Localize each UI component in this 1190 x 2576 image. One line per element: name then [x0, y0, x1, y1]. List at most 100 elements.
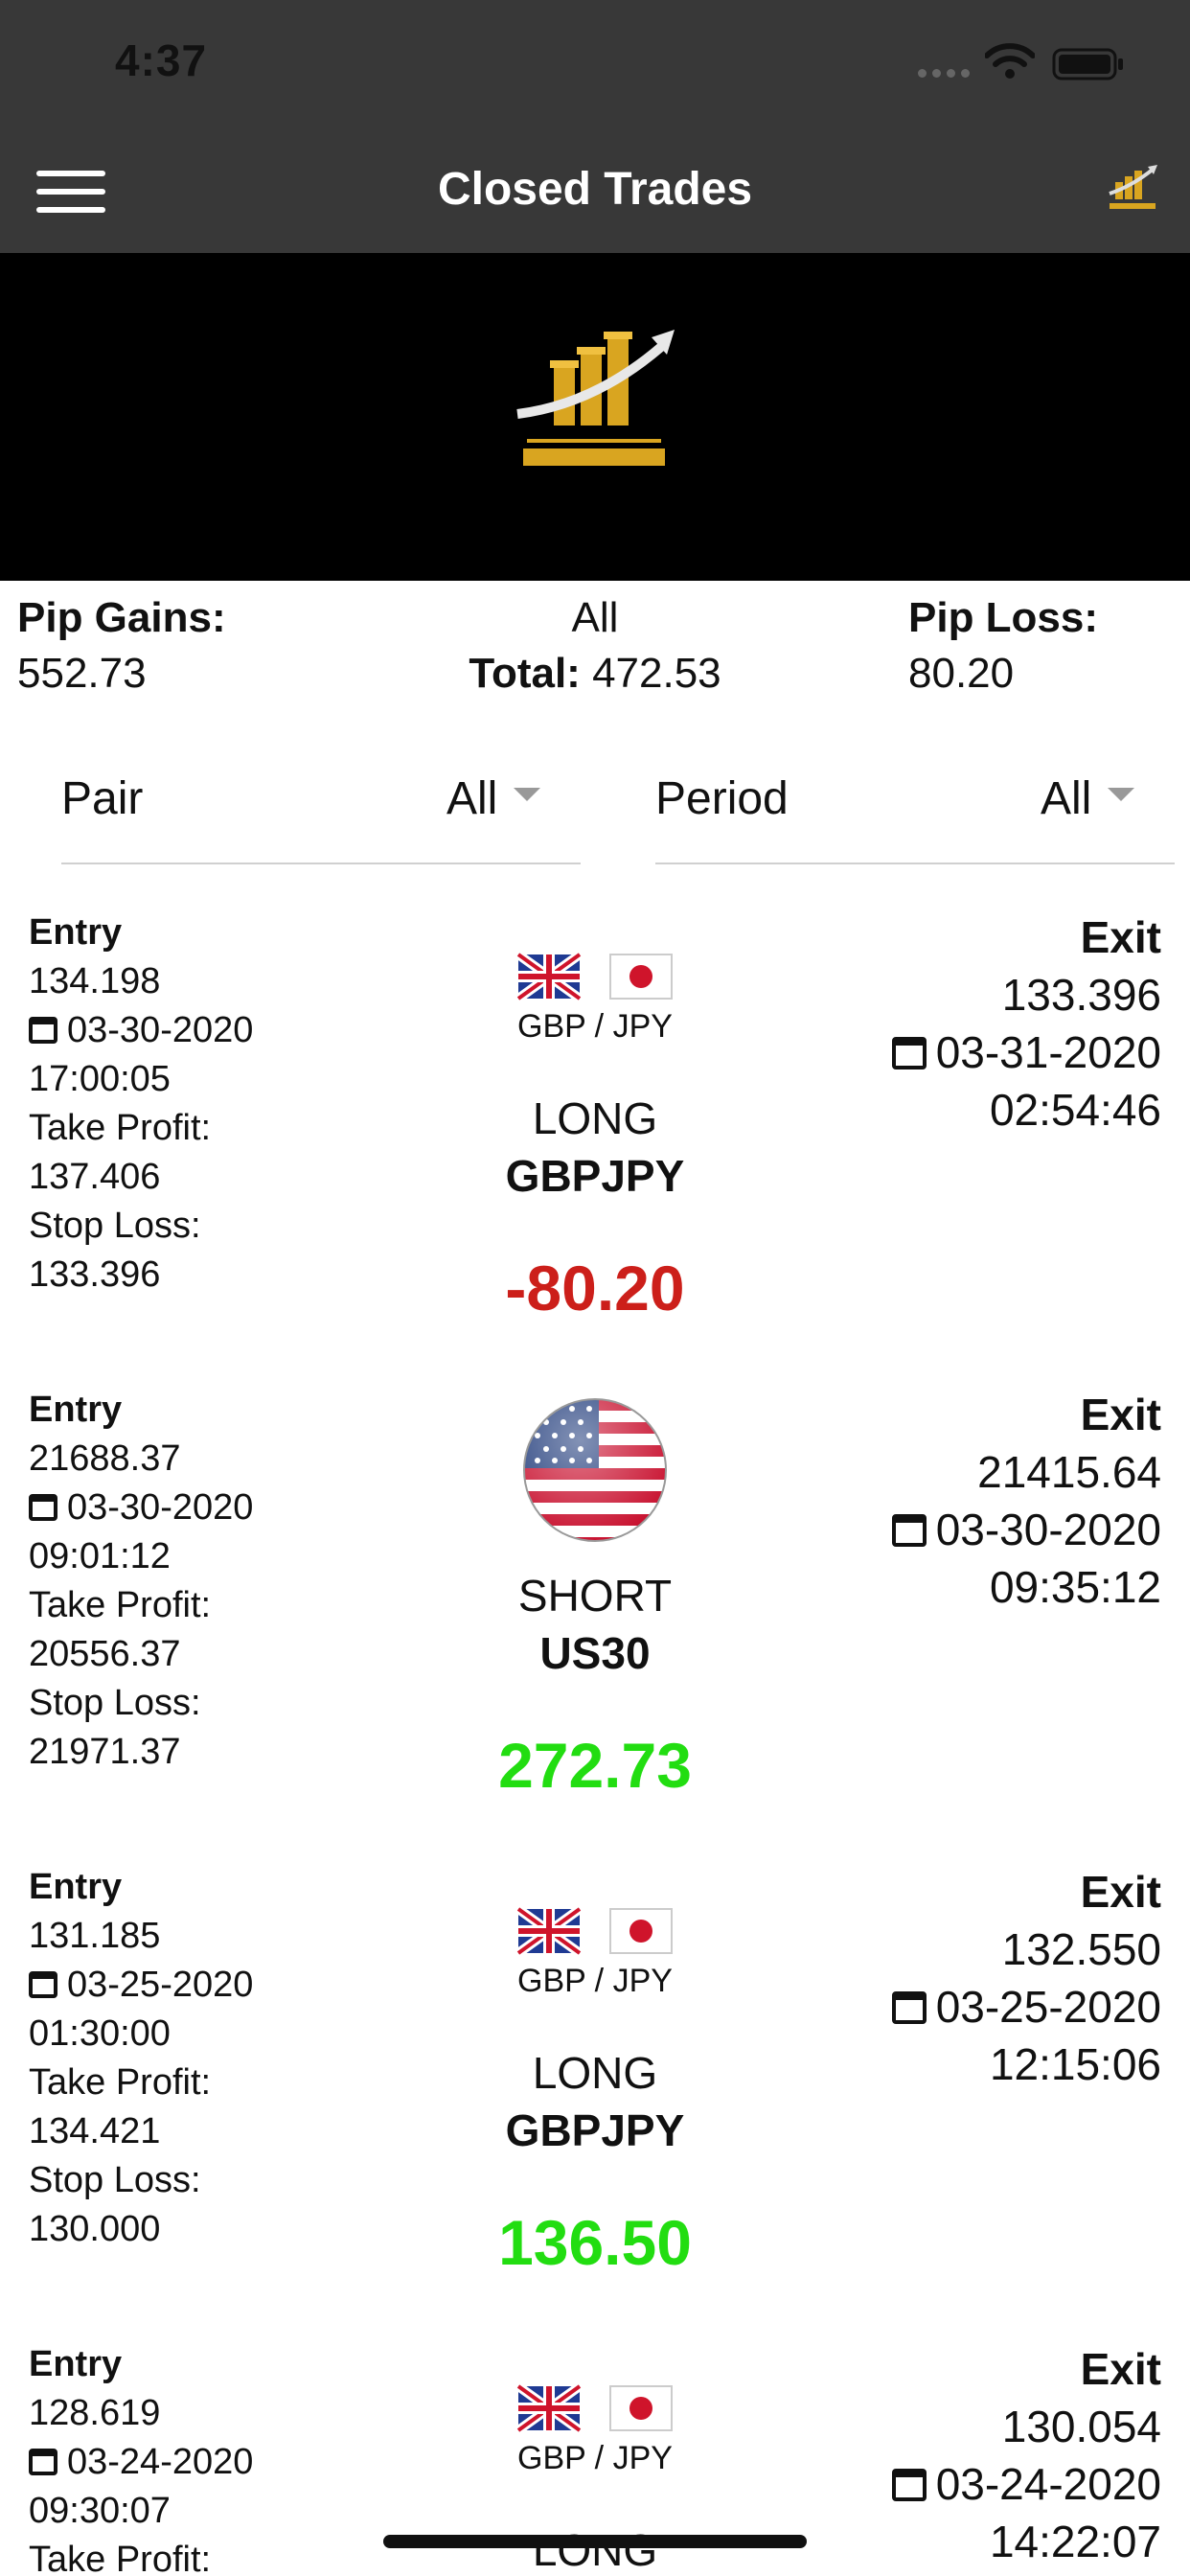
entry-block: Entry 21688.37 03-30-2020 09:01:12 Take … [29, 1386, 253, 1777]
total-value: 472.53 [592, 650, 721, 697]
calendar-icon [29, 2449, 57, 2475]
take-profit-label: Take Profit: [29, 1585, 212, 1625]
trade-summary: GBP / JPY LONG GBPJPY -80.20 [403, 908, 787, 1323]
pip-gains-block: Pip Gains: 552.73 [17, 594, 226, 698]
trade-alerts-logo-small[interactable] [1104, 161, 1161, 215]
entry-price: 21688.37 [29, 1438, 181, 1479]
take-profit-label: Take Profit: [29, 2062, 212, 2103]
trade-row[interactable]: Entry 21688.37 03-30-2020 09:01:12 Take … [0, 1386, 1190, 1863]
exit-time: 12:15:06 [989, 2039, 1161, 2089]
exit-date: 03-25-2020 [935, 1982, 1161, 2032]
brand-banner [0, 253, 1190, 581]
japan-flag-icon [609, 954, 673, 1000]
uk-flag-icon [515, 2381, 583, 2435]
entry-block: Entry 128.619 03-24-2020 09:30:07 Take P… [29, 2340, 253, 2576]
stop-loss-label: Stop Loss: [29, 1206, 201, 1246]
gbp-jpy-flags [515, 2381, 673, 2435]
trade-summary: SHORT US30 272.73 [403, 1386, 787, 1801]
battery-icon [1052, 48, 1123, 80]
trade-symbol: GBPJPY [505, 1151, 685, 1201]
japan-flag-icon [609, 1908, 673, 1954]
stop-loss-label: Stop Loss: [29, 2160, 201, 2200]
exit-date: 03-31-2020 [935, 1027, 1161, 1077]
period-filter-dropdown[interactable]: Period All [655, 767, 1175, 864]
trade-pips: 272.73 [498, 1730, 692, 1801]
pip-loss-label: Pip Loss: [908, 594, 1099, 641]
entry-date: 03-30-2020 [67, 1487, 254, 1528]
chevron-down-icon [514, 788, 540, 801]
take-profit-value: 134.421 [29, 2111, 161, 2151]
take-profit-label: Take Profit: [29, 2540, 212, 2576]
entry-price: 134.198 [29, 961, 161, 1001]
pip-gains-value: 552.73 [17, 650, 147, 697]
exit-time: 09:35:12 [989, 1562, 1161, 1612]
status-time: 4:37 [115, 35, 208, 85]
exit-label: Exit [1080, 1390, 1161, 1439]
uk-flag-icon [515, 950, 583, 1003]
entry-block: Entry 131.185 03-25-2020 01:30:00 Take P… [29, 1863, 253, 2254]
exit-block: Exit 133.396 03-31-2020 02:54:46 [891, 908, 1161, 1138]
pair-label: GBP / JPY [517, 2440, 673, 2476]
calendar-icon [891, 2469, 927, 2501]
status-bar: 4:37 [0, 0, 1190, 134]
exit-date: 03-30-2020 [935, 1505, 1161, 1554]
calendar-icon [891, 1514, 927, 1547]
uk-flag-icon [515, 1904, 583, 1958]
total-label: Total: [469, 650, 581, 697]
pip-loss-value: 80.20 [908, 650, 1015, 697]
entry-price: 128.619 [29, 2393, 161, 2433]
trade-pips: 136.50 [498, 2207, 692, 2278]
wifi-icon [985, 43, 1035, 79]
pair-filter-dropdown[interactable]: Pair All [61, 767, 581, 864]
gbp-jpy-flags [515, 950, 673, 1003]
exit-price: 133.396 [1001, 970, 1161, 1020]
exit-date: 03-24-2020 [935, 2459, 1161, 2509]
entry-label: Entry [29, 1867, 123, 1907]
trade-summary: GBP / JPY LONG GBPJPY 136.50 [403, 1863, 787, 2278]
exit-label: Exit [1080, 912, 1161, 962]
exit-block: Exit 21415.64 03-30-2020 09:35:12 [891, 1386, 1161, 1616]
exit-label: Exit [1080, 2344, 1161, 2394]
exit-time: 02:54:46 [989, 1085, 1161, 1135]
stop-loss-label: Stop Loss: [29, 1683, 201, 1723]
trade-direction: SHORT [517, 1571, 673, 1621]
entry-time: 09:30:07 [29, 2491, 171, 2531]
trade-direction: LONG [532, 2525, 658, 2575]
entry-block: Entry 134.198 03-30-2020 17:00:05 Take P… [29, 908, 253, 1300]
exit-price: 130.054 [1001, 2402, 1161, 2451]
trade-row[interactable]: Entry 131.185 03-25-2020 01:30:00 Take P… [0, 1863, 1190, 2340]
calendar-icon [29, 1494, 57, 1521]
trade-alerts-logo [516, 330, 675, 466]
trade-symbol: GBPJPY [505, 2105, 685, 2155]
calendar-icon [29, 1017, 57, 1044]
exit-block: Exit 130.054 03-24-2020 14:22:07 [891, 2340, 1161, 2570]
chevron-down-icon [1108, 788, 1134, 801]
trade-symbol: US30 [539, 1628, 651, 1678]
stop-loss-value: 130.000 [29, 2209, 161, 2249]
entry-time: 17:00:05 [29, 1059, 171, 1099]
entry-date: 03-30-2020 [67, 1010, 254, 1050]
entry-price: 131.185 [29, 1916, 161, 1956]
entry-label: Entry [29, 2344, 123, 2384]
calendar-icon [29, 1971, 57, 1998]
trade-direction: LONG [532, 2048, 658, 2098]
cellular-signal-icon [918, 69, 970, 78]
entry-label: Entry [29, 1390, 123, 1430]
take-profit-label: Take Profit: [29, 1108, 212, 1148]
pip-gains-label: Pip Gains: [17, 594, 226, 641]
exit-label: Exit [1080, 1867, 1161, 1917]
trade-row[interactable]: Entry 134.198 03-30-2020 17:00:05 Take P… [0, 908, 1190, 1386]
pair-label: GBP / JPY [517, 1008, 673, 1045]
page-title: Closed Trades [437, 164, 753, 215]
entry-date: 03-25-2020 [67, 1965, 254, 2005]
pair-filter-value: All [446, 773, 498, 824]
exit-price: 132.550 [1001, 1924, 1161, 1974]
stop-loss-value: 133.396 [29, 1254, 161, 1295]
entry-date: 03-24-2020 [67, 2442, 254, 2482]
entry-label: Entry [29, 912, 123, 953]
home-indicator[interactable] [383, 2535, 807, 2548]
pip-loss-block: Pip Loss: 80.20 [908, 594, 1098, 698]
entry-time: 09:01:12 [29, 1536, 171, 1576]
stop-loss-value: 21971.37 [29, 1732, 181, 1772]
calendar-icon [891, 1991, 927, 2024]
